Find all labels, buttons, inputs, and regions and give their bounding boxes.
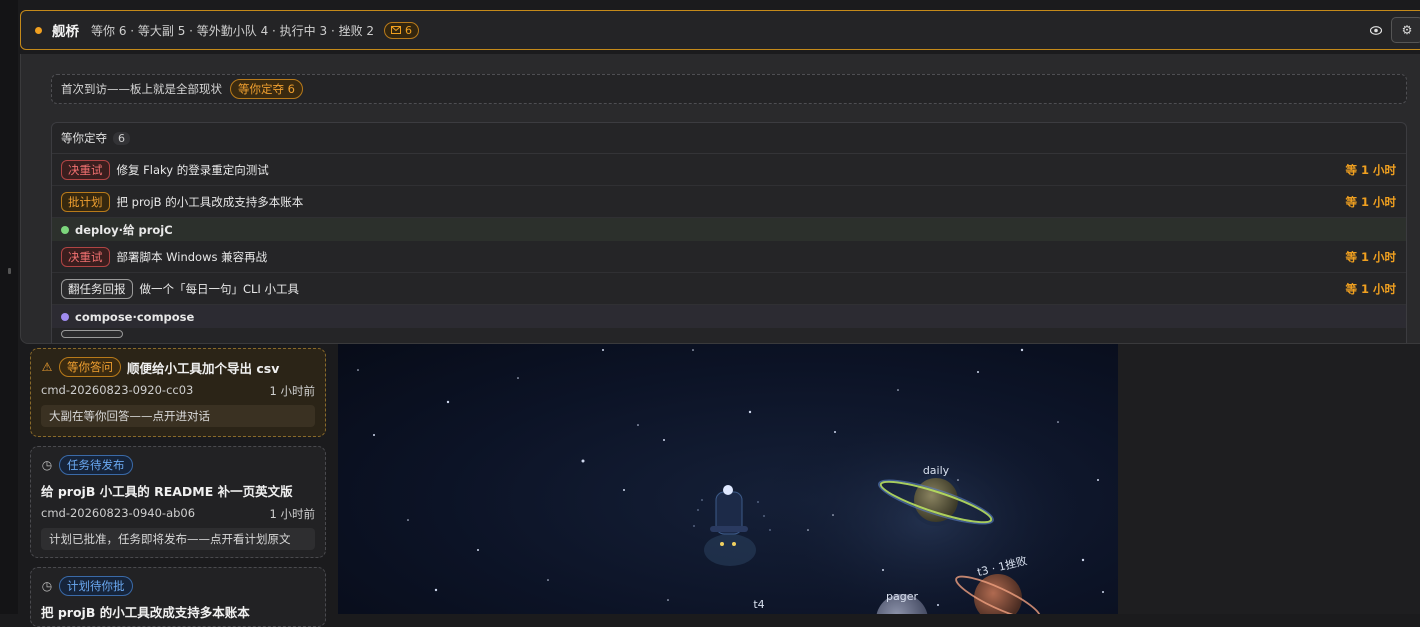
- action-tag: 批计划: [61, 191, 110, 212]
- clock-icon: ◷: [41, 458, 53, 472]
- task-card[interactable]: ⚠ 等你答问 顺便给小工具加个导出 csv cmd-20260823-0920-…: [30, 348, 326, 437]
- right-side-panel: [1118, 330, 1420, 614]
- group-title: compose·compose: [75, 309, 195, 324]
- row-title: 把 projB 的小工具改成支持多本账本: [116, 194, 304, 209]
- group-dot: [61, 312, 69, 321]
- wait-time: 等 1 小时: [1345, 194, 1396, 209]
- bridge-topbar[interactable]: 舰桥 等你 6 · 等大副 5 · 等外勤小队 4 · 执行中 3 · 挫败 2…: [20, 10, 1420, 50]
- action-tag: 翻任务回报: [61, 278, 133, 299]
- clock-icon: ◷: [41, 579, 53, 593]
- group-title: deploy·给 projC: [75, 222, 173, 237]
- planet-t4[interactable]: t4: [742, 598, 774, 614]
- wait-time: 等 1 小时: [1345, 281, 1396, 296]
- card-time: 1 小时前: [269, 507, 315, 521]
- waiting-list-count: 6: [113, 131, 130, 145]
- eye-icon[interactable]: [1369, 23, 1383, 37]
- planet-label-pager: pager: [886, 590, 918, 603]
- status-summary: 等你 6 · 等大副 5 · 等外勤小队 4 · 执行中 3 · 挫败 2: [91, 23, 375, 38]
- row-title: 部署脚本 Windows 兼容再战: [116, 249, 268, 264]
- row-title: 做一个「每日一句」CLI 小工具: [139, 281, 299, 296]
- status-badge: 等你答问: [59, 357, 121, 377]
- gear-icon: ⚙: [1401, 23, 1413, 37]
- mail-count: 6: [405, 23, 413, 37]
- card-id: cmd-20260823-0940-ab06: [41, 506, 196, 520]
- settings-button[interactable]: ⚙: [1391, 17, 1420, 43]
- row-title: 修复 Flaky 的登录重定向测试: [116, 162, 269, 177]
- mail-badge[interactable]: 6: [384, 21, 420, 39]
- waiting-list-header: 等你定夺 6: [52, 123, 1406, 154]
- task-card[interactable]: ◷ 计划待你批 把 projB 的小工具改成支持多本账本: [30, 567, 326, 627]
- waiting-list-title: 等你定夺: [61, 131, 107, 145]
- card-note: 大副在等你回答——点开进对话: [41, 405, 315, 427]
- action-tag: [61, 330, 123, 338]
- wait-time: 等 1 小时: [1345, 249, 1396, 264]
- waiting-row[interactable]: 决重试 修复 Flaky 的登录重定向测试 等 1 小时: [52, 154, 1406, 186]
- space-map-canvas[interactable]: daily t3 · 1挫败 pager t4: [338, 330, 1118, 614]
- waiting-list: 等你定夺 6 决重试 修复 Flaky 的登录重定向测试 等 1 小时 批计划 …: [51, 122, 1407, 343]
- first-visit-banner: 首次到访——板上就是全部现状 等你定夺 6: [51, 74, 1407, 104]
- card-id: cmd-20260823-0920-cc03: [41, 383, 194, 397]
- waiting-dropdown-panel: 首次到访——板上就是全部现状 等你定夺 6 等你定夺 6 决重试 修复 Flak…: [20, 54, 1420, 344]
- card-note: 计划已批准，任务即将发布——点开看计划原文: [41, 528, 315, 550]
- card-title: 给 projB 小工具的 README 补一页英文版: [41, 484, 293, 499]
- waiting-row[interactable]: 翻任务回报 做一个「每日一句」CLI 小工具 等 1 小时: [52, 273, 1406, 305]
- first-visit-text: 首次到访——板上就是全部现状: [61, 82, 222, 96]
- planet-label-daily: daily: [923, 464, 950, 477]
- card-time: 1 小时前: [269, 384, 315, 398]
- card-title: 把 projB 的小工具改成支持多本账本: [41, 605, 250, 620]
- wait-time: 等 1 小时: [1345, 162, 1396, 177]
- card-title: 顺便给小工具加个导出 csv: [127, 360, 280, 376]
- action-tag: 决重试: [61, 159, 110, 180]
- space-map-svg: daily t3 · 1挫败 pager t4: [357, 348, 1104, 614]
- group-header-compose[interactable]: compose·compose: [52, 305, 1406, 328]
- left-edge-rail: [0, 0, 18, 614]
- mail-icon: [391, 26, 402, 34]
- status-badge: 任务待发布: [59, 455, 133, 475]
- waiting-row[interactable]: 批计划 把 projB 的小工具改成支持多本账本 等 1 小时: [52, 186, 1406, 218]
- status-dot: [35, 26, 42, 34]
- action-tag: 决重试: [61, 246, 110, 267]
- warning-icon: ⚠: [41, 360, 53, 374]
- group-header-deploy[interactable]: deploy·给 projC: [52, 218, 1406, 241]
- app-title: 舰桥: [52, 24, 79, 40]
- first-visit-pill[interactable]: 等你定夺 6: [230, 79, 303, 99]
- collapse-handle[interactable]: [8, 268, 11, 274]
- planet-label-t4: t4: [753, 598, 764, 611]
- waiting-row[interactable]: 决重试 部署脚本 Windows 兼容再战 等 1 小时: [52, 241, 1406, 273]
- group-dot: [61, 225, 69, 234]
- status-badge: 计划待你批: [59, 576, 133, 596]
- waiting-row-partial[interactable]: [52, 328, 1406, 340]
- task-card[interactable]: ◷ 任务待发布 给 projB 小工具的 README 补一页英文版 cmd-2…: [30, 446, 326, 558]
